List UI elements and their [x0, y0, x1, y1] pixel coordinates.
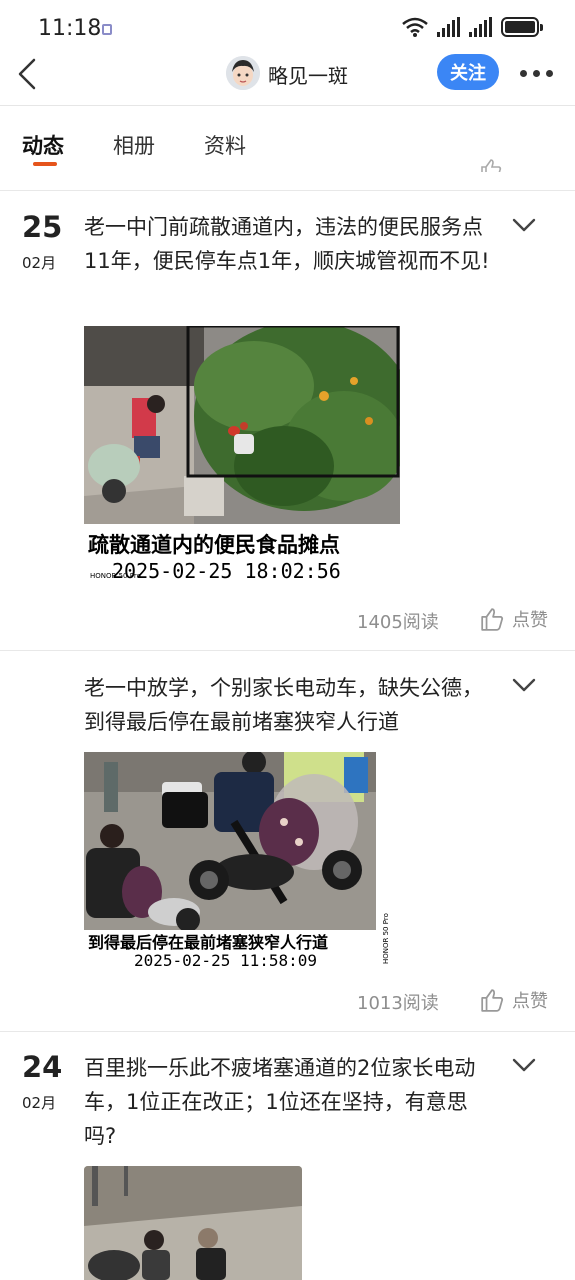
scrolled-off-stats	[0, 150, 575, 172]
chevron-down-icon[interactable]	[511, 677, 537, 693]
chevron-down-icon[interactable]	[511, 217, 537, 233]
wifi-icon	[402, 17, 428, 37]
like-button[interactable]: 点赞	[480, 987, 548, 1013]
street-photo-1: 疏散通道内的便民食品摊点 2025-02-25 18:02:56 HONOR 5…	[84, 326, 400, 580]
post-text[interactable]: 老一中放学，个别家长电动车，缺失公德，到得最后停在最前堵塞狭窄人行道	[84, 671, 494, 739]
image-caption: 到得最后停在最前堵塞狭窄人行道	[88, 933, 328, 952]
street-photo-3	[84, 1166, 302, 1280]
status-icons	[402, 17, 543, 37]
like-label: 点赞	[512, 991, 548, 1012]
post-image[interactable]	[84, 1166, 302, 1280]
like-icon-peek	[481, 159, 502, 172]
like-button[interactable]: 点赞	[480, 606, 548, 632]
section-divider	[0, 190, 575, 191]
chevron-down-icon[interactable]	[511, 1057, 537, 1073]
post-day: 25	[22, 210, 63, 244]
post-divider	[0, 650, 575, 651]
read-count: 1405阅读	[357, 612, 439, 633]
post-text[interactable]: 百里挑一乐此不疲堵塞通道的2位家长电动车，1位正在改正；1位还在坚持，有意思吗?	[84, 1051, 494, 1153]
nav-bar: 略见一斑 关注	[0, 46, 575, 104]
image-timestamp: 2025-02-25 11:58:09	[134, 951, 317, 970]
thumbs-up-icon	[481, 608, 504, 631]
image-caption: 疏散通道内的便民食品摊点	[88, 533, 340, 557]
post-month: 02月	[22, 1094, 57, 1112]
thumbs-up-icon	[481, 989, 504, 1012]
profile-name: 略见一斑	[268, 64, 348, 88]
street-photo-2: 到得最后停在最前堵塞狭窄人行道 2025-02-25 11:58:09 HONO…	[84, 752, 394, 970]
read-count: 1013阅读	[357, 993, 439, 1014]
image-brand: HONOR 50 Pro	[90, 572, 141, 580]
post-divider	[0, 1031, 575, 1032]
notification-icon	[102, 24, 112, 35]
more-icon[interactable]	[516, 58, 556, 86]
battery-icon	[501, 17, 543, 37]
avatar[interactable]	[226, 56, 260, 90]
image-timestamp: 2025-02-25 18:02:56	[112, 559, 341, 580]
signal-icon-2	[469, 17, 492, 37]
follow-button[interactable]: 关注	[437, 54, 499, 90]
post-image[interactable]: 到得最后停在最前堵塞狭窄人行道 2025-02-25 11:58:09 HONO…	[84, 752, 394, 970]
back-arrow-icon[interactable]	[14, 54, 44, 94]
post-text[interactable]: 老一中门前疏散通道内，违法的便民服务点11年，便民停车点1年，顺庆城管视而不见!	[84, 210, 494, 278]
status-time: 11:18	[38, 16, 102, 41]
post-image[interactable]: 疏散通道内的便民食品摊点 2025-02-25 18:02:56 HONOR 5…	[84, 326, 400, 580]
signal-icon	[437, 17, 460, 37]
post-day: 24	[22, 1050, 63, 1084]
like-label: 点赞	[512, 610, 548, 631]
image-brand: HONOR 50 Pro	[382, 913, 390, 964]
post-month: 02月	[22, 254, 57, 272]
